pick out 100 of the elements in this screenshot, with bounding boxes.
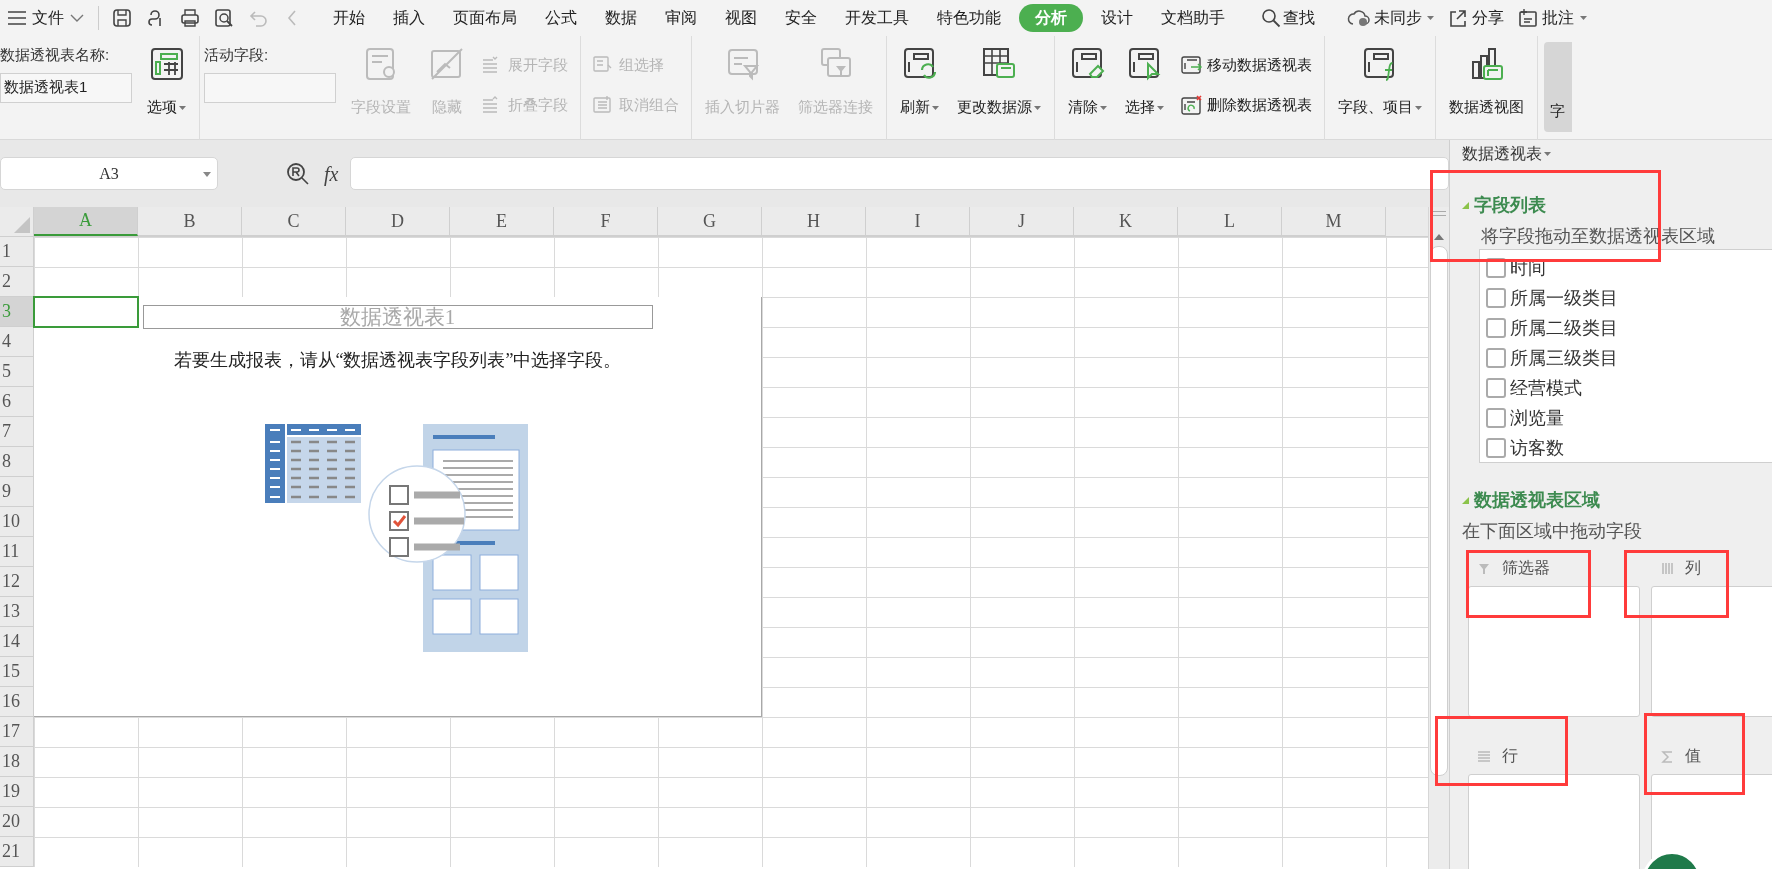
field-item[interactable]: 经营模式 xyxy=(1486,373,1772,403)
checkbox[interactable] xyxy=(1486,408,1506,428)
field-item[interactable]: 所属一级类目 xyxy=(1486,283,1772,313)
ribbon-tab[interactable]: 文档助手 xyxy=(1147,4,1239,32)
checkbox[interactable] xyxy=(1486,288,1506,308)
row-header[interactable]: 17 xyxy=(0,717,34,747)
ribbon-button[interactable]: 删除数据透视表 xyxy=(1177,90,1316,120)
column-header[interactable]: L xyxy=(1178,207,1282,236)
ribbon-button[interactable]: 选择 xyxy=(1116,36,1173,136)
menu-icon xyxy=(8,11,26,25)
section-hint: 在下面区域中拖动字段 xyxy=(1462,520,1643,542)
caret-icon xyxy=(179,106,186,111)
ribbon-button[interactable]: 选项 xyxy=(138,36,195,136)
scroll-up-icon[interactable] xyxy=(1434,234,1444,240)
print-icon[interactable] xyxy=(180,8,200,28)
column-header[interactable]: B xyxy=(138,207,242,236)
ribbon-tab[interactable]: 设计 xyxy=(1087,4,1147,32)
formula-field[interactable] xyxy=(350,157,1449,190)
undo-icon[interactable] xyxy=(248,8,268,28)
select-all-icon[interactable] xyxy=(14,217,30,233)
ribbon-tab[interactable]: 插入 xyxy=(379,4,439,32)
column-header[interactable]: D xyxy=(346,207,450,236)
row-header[interactable]: 8 xyxy=(0,447,34,477)
search-button[interactable]: 查找 xyxy=(1261,6,1315,30)
checkbox[interactable] xyxy=(1486,318,1506,338)
row-header[interactable]: 10 xyxy=(0,507,34,537)
row-header[interactable]: 6 xyxy=(0,387,34,417)
column-header[interactable]: I xyxy=(866,207,970,236)
row-header[interactable]: 13 xyxy=(0,597,34,627)
sync-button[interactable]: 未同步 xyxy=(1347,6,1434,30)
panel-header[interactable]: 数据透视表 xyxy=(1462,144,1551,164)
field-item[interactable]: 浏览量 xyxy=(1486,403,1772,433)
row-header[interactable]: 16 xyxy=(0,687,34,717)
ribbon-button[interactable]: 移动数据透视表 xyxy=(1177,50,1316,80)
column-header[interactable]: F xyxy=(554,207,658,236)
column-header[interactable]: K xyxy=(1074,207,1178,236)
caret-icon xyxy=(1100,106,1107,111)
caret-icon xyxy=(1034,106,1041,111)
ribbon-button[interactable]: 刷新 xyxy=(891,36,948,136)
filter-icon xyxy=(1478,561,1490,575)
collapse-triangle-icon[interactable] xyxy=(1462,497,1469,504)
scrollbar-thumb[interactable] xyxy=(1430,246,1448,776)
drop-area[interactable] xyxy=(1468,586,1640,717)
row-header[interactable]: 21 xyxy=(0,837,34,867)
rows-icon xyxy=(1478,749,1490,763)
function-button[interactable]: fx xyxy=(324,158,339,189)
ribbon-tab[interactable]: 审阅 xyxy=(651,4,711,32)
ribbon-button[interactable]: 字段、项目 xyxy=(1329,36,1431,136)
ribbon-tab[interactable]: 视图 xyxy=(711,4,771,32)
row-header[interactable]: 11 xyxy=(0,537,34,567)
column-header[interactable]: M xyxy=(1282,207,1386,236)
checkbox[interactable] xyxy=(1486,438,1506,458)
ribbon-button[interactable]: 清除 xyxy=(1059,36,1116,136)
row-header[interactable]: 9 xyxy=(0,477,34,507)
row-header[interactable]: 18 xyxy=(0,747,34,777)
collapse-triangle-icon[interactable] xyxy=(1462,202,1469,209)
field-item[interactable]: 所属二级类目 xyxy=(1486,313,1772,343)
print-preview-icon[interactable] xyxy=(214,8,234,28)
ribbon-tab[interactable]: 公式 xyxy=(531,4,591,32)
column-header[interactable]: J xyxy=(970,207,1074,236)
ribbon-tab[interactable]: 安全 xyxy=(771,4,831,32)
row-header[interactable]: 5 xyxy=(0,357,34,387)
comment-button[interactable]: 批注 xyxy=(1518,6,1587,30)
drop-area[interactable] xyxy=(1651,586,1772,717)
splitter-handle[interactable] xyxy=(1432,211,1446,216)
columns-icon xyxy=(1661,561,1673,575)
ribbon-button[interactable]: 更改数据源 xyxy=(948,36,1050,136)
field-item[interactable]: 访客数 xyxy=(1486,433,1772,462)
ribbon-tab[interactable]: 特色功能 xyxy=(923,4,1015,32)
row-header[interactable]: 7 xyxy=(0,417,34,447)
text-field[interactable] xyxy=(204,72,336,103)
column-header[interactable]: E xyxy=(450,207,554,236)
row-header[interactable]: 12 xyxy=(0,567,34,597)
row-header[interactable]: 19 xyxy=(0,777,34,807)
column-header[interactable]: C xyxy=(242,207,346,236)
row-header[interactable]: 1 xyxy=(0,237,34,267)
ribbon-tab[interactable]: 开始 xyxy=(319,4,379,32)
name-box[interactable]: A3 xyxy=(0,157,218,190)
row-header[interactable]: 4 xyxy=(0,327,34,357)
field-item[interactable]: 所属三级类目 xyxy=(1486,343,1772,373)
caret-icon xyxy=(1427,16,1434,20)
row-header[interactable]: 14 xyxy=(0,627,34,657)
ribbon-tab[interactable]: 数据 xyxy=(591,4,651,32)
save-icon[interactable] xyxy=(112,8,132,28)
checkbox[interactable] xyxy=(1486,378,1506,398)
ribbon-button[interactable]: 字 xyxy=(1544,42,1572,132)
zoom-icon[interactable] xyxy=(286,161,310,186)
ribbon-tab[interactable]: 开发工具 xyxy=(831,4,923,32)
row-header[interactable]: 15 xyxy=(0,657,34,687)
checkbox[interactable] xyxy=(1486,348,1506,368)
file-menu[interactable]: 文件 xyxy=(0,0,92,36)
ribbon-tab[interactable]: 页面布局 xyxy=(439,4,531,32)
row-header[interactable]: 20 xyxy=(0,807,34,837)
ribbon-button[interactable]: 数据透视图 xyxy=(1440,36,1533,136)
column-header[interactable]: H xyxy=(762,207,866,236)
text-field[interactable]: 数据透视表1 xyxy=(0,72,132,103)
row-header[interactable]: 2 xyxy=(0,267,34,297)
column-header[interactable]: G xyxy=(658,207,762,236)
share-button[interactable]: 分享 xyxy=(1448,6,1504,30)
checkbox[interactable] xyxy=(1486,258,1506,278)
